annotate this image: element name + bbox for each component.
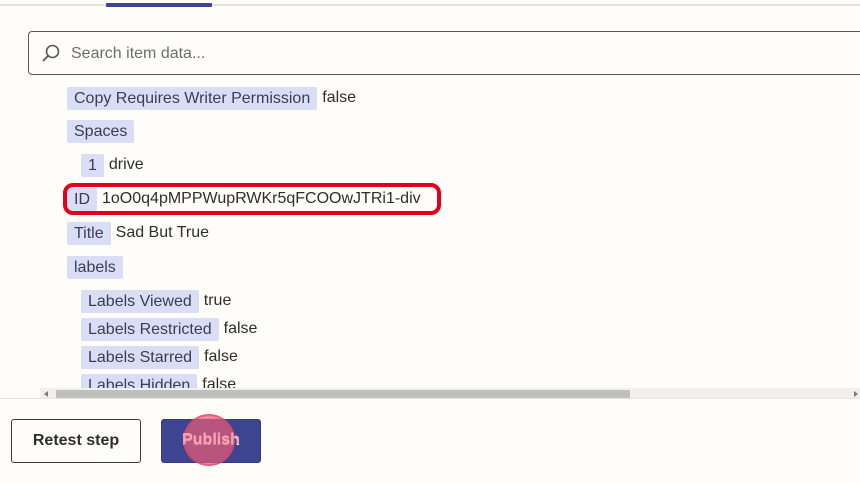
field-key: Labels Starred	[81, 345, 200, 369]
field-value: Sad But True	[115, 224, 210, 241]
field-key: Labels Hidden	[81, 373, 198, 388]
field-key: Labels Restricted	[81, 317, 219, 341]
field-value: false	[223, 320, 258, 337]
field-key: 1	[81, 153, 104, 177]
tree-row-labels-starred: Labels Starred false	[81, 345, 238, 369]
tree-row-labels-restricted: Labels Restricted false	[81, 317, 257, 341]
field-key: Title	[67, 221, 111, 245]
tree-row-copy-requires-writer-permission: Copy Requires Writer Permission false	[67, 86, 356, 110]
scroll-left-arrow-icon[interactable]	[44, 391, 48, 397]
search-input[interactable]	[69, 32, 853, 76]
id-highlight-annotation	[63, 183, 441, 215]
retest-step-button[interactable]: Retest step	[11, 419, 141, 463]
tree-row-spaces: Spaces	[67, 119, 135, 143]
field-value: true	[203, 292, 232, 309]
publish-button[interactable]: Publish	[161, 419, 261, 463]
search-icon	[41, 43, 61, 63]
field-value: false	[204, 348, 238, 365]
tree-row-spaces-1: 1 drive	[81, 153, 144, 177]
field-value: false	[202, 376, 237, 388]
field-key: Spaces	[67, 119, 135, 143]
tree-row-labels-viewed: Labels Viewed true	[81, 289, 231, 313]
field-key: Copy Requires Writer Permission	[67, 86, 318, 110]
item-data-tree: Copy Requires Writer Permission false Sp…	[0, 78, 860, 388]
active-tab-indicator	[106, 3, 212, 7]
field-value: false	[322, 89, 357, 106]
scrollbar-thumb[interactable]	[56, 390, 630, 398]
tree-row-labels-hidden: Labels Hidden false	[81, 373, 236, 388]
field-key: labels	[67, 255, 123, 279]
action-footer: Retest step Publish	[0, 398, 860, 483]
search-box[interactable]	[28, 31, 860, 76]
field-key: Labels Viewed	[81, 289, 199, 313]
tree-row-labels: labels	[67, 255, 123, 279]
scroll-right-arrow-icon[interactable]	[854, 391, 858, 397]
tree-row-title: Title Sad But True	[67, 221, 209, 245]
field-value: drive	[108, 156, 144, 173]
